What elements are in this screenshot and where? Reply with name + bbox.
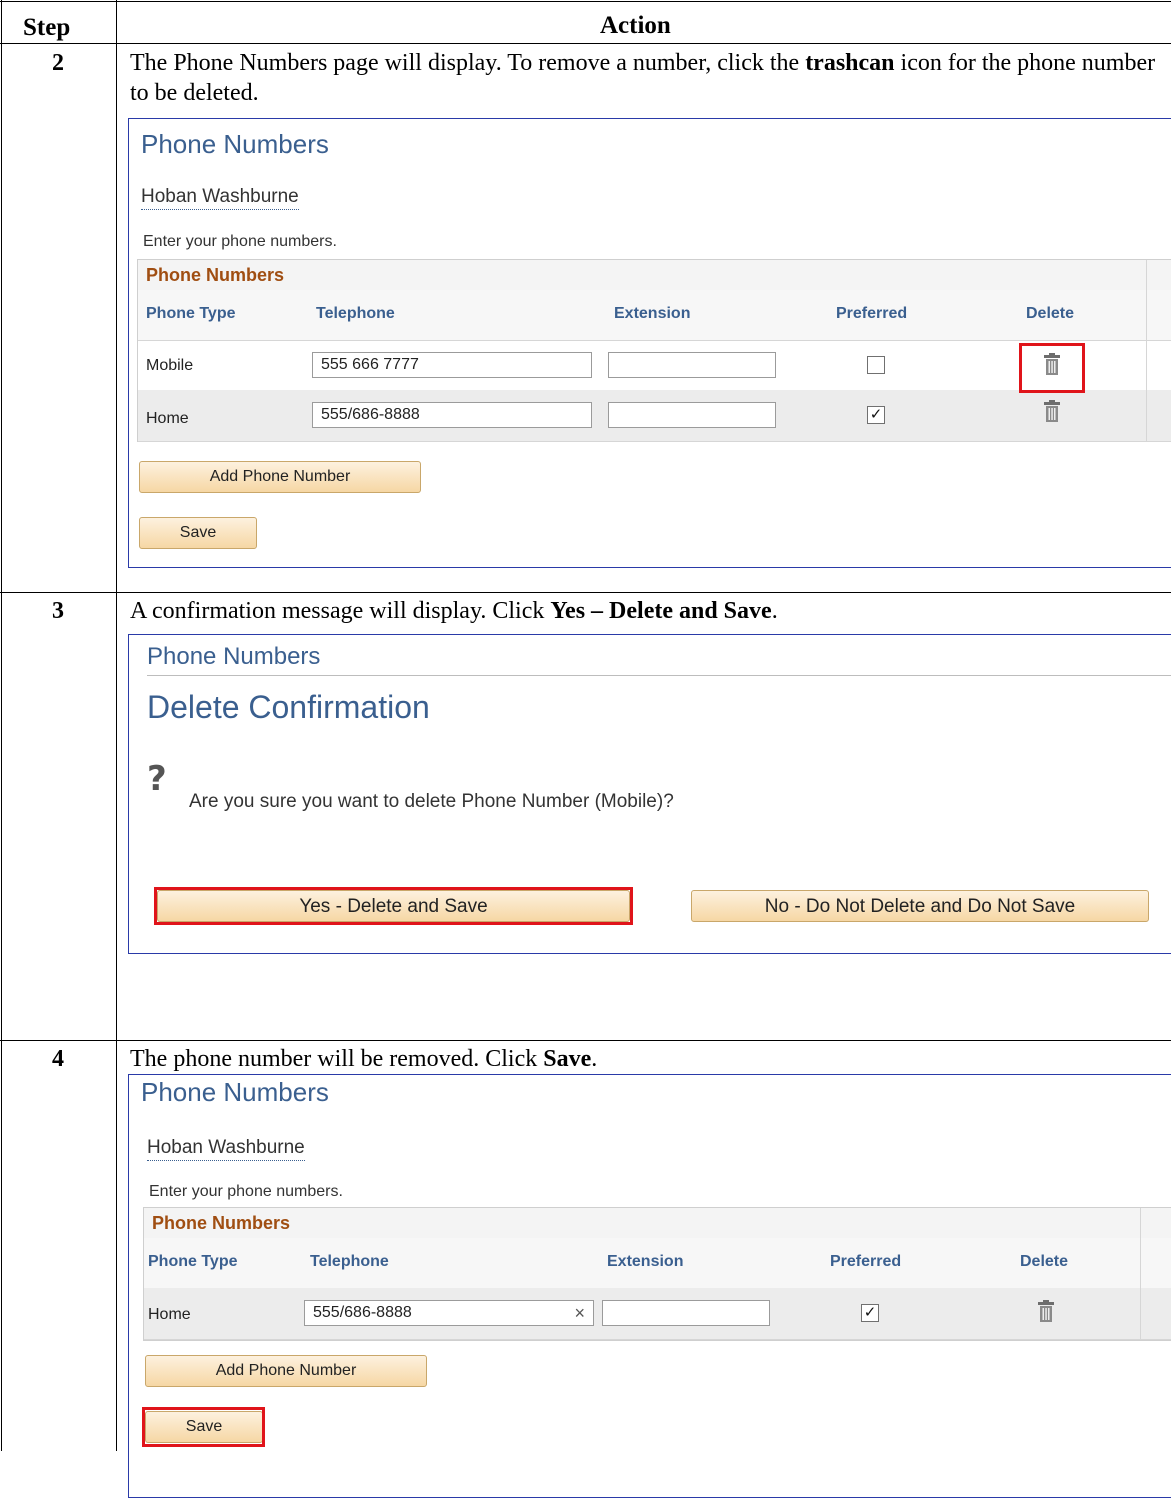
preferred-checkbox[interactable]: ✓: [861, 1304, 879, 1322]
step-column-header: Step: [23, 14, 71, 41]
extension-input[interactable]: [602, 1300, 770, 1326]
grid-column-headers: Phone Type Telephone Extension Preferred…: [144, 1238, 1171, 1289]
step-instruction: The Phone Numbers page will display. To …: [130, 50, 1156, 106]
table-left-border: [1, 0, 2, 1451]
phone-numbers-updated-screenshot: Phone Numbers Hoban Washburne Enter your…: [128, 1074, 1171, 1498]
phone-numbers-grid: Phone Numbers Phone Type Telephone Exten…: [143, 1207, 1171, 1341]
col-delete: Delete: [1026, 305, 1075, 322]
col-extension: Extension: [614, 305, 691, 322]
telephone-value: 555/686-8888: [313, 1304, 412, 1321]
page-title: Phone Numbers: [147, 643, 321, 670]
table-row: Mobile 555 666 7777: [138, 340, 1171, 392]
person-name[interactable]: Hoban Washburne: [147, 1137, 305, 1161]
grid-column-headers: Phone Type Telephone Extension Preferred…: [138, 290, 1171, 341]
table-top-border: [0, 1, 1171, 2]
telephone-input[interactable]: 555/686-8888 ×: [304, 1300, 594, 1326]
confirmation-message: Are you sure you want to delete Phone Nu…: [189, 791, 674, 812]
step-instruction: The phone number will be removed. Click …: [130, 1046, 598, 1072]
trashcan-icon[interactable]: [1044, 400, 1060, 422]
page-title: Phone Numbers: [141, 1077, 329, 1107]
phone-type: Home: [146, 410, 189, 427]
preferred-checkbox[interactable]: [867, 356, 885, 374]
phone-type: Mobile: [146, 357, 194, 374]
col-telephone: Telephone: [310, 1253, 389, 1270]
grid-caption: Phone Numbers: [138, 260, 1171, 291]
telephone-input[interactable]: 555/686-8888: [312, 402, 592, 428]
phone-type: Home: [148, 1306, 191, 1323]
clear-input-icon[interactable]: ×: [574, 1303, 585, 1324]
step-instruction: A confirmation message will display. Cli…: [130, 598, 778, 624]
col-phone-type: Phone Type: [148, 1253, 238, 1270]
add-phone-number-button[interactable]: Add Phone Number: [145, 1355, 427, 1387]
trashcan-icon[interactable]: [1038, 1300, 1054, 1322]
page-title: Phone Numbers: [141, 129, 329, 159]
col-delete: Delete: [1020, 1253, 1069, 1270]
col-preferred: Preferred: [836, 305, 908, 322]
dialog-heading: Delete Confirmation: [147, 689, 430, 725]
grid-scroll-column: [1146, 260, 1147, 441]
header-separator: [0, 43, 1171, 44]
col-extension: Extension: [607, 1253, 684, 1270]
question-icon: ?: [147, 759, 167, 799]
row-separator: [0, 1040, 1171, 1041]
save-button[interactable]: Save: [139, 517, 257, 549]
instruction-text: Enter your phone numbers.: [149, 1183, 343, 1200]
phone-numbers-grid: Phone Numbers Phone Type Telephone Exten…: [137, 259, 1171, 442]
action-column-header: Action: [600, 12, 671, 39]
title-divider: [147, 675, 1171, 676]
person-name[interactable]: Hoban Washburne: [141, 186, 299, 210]
extension-input[interactable]: [608, 352, 776, 378]
col-preferred: Preferred: [830, 1253, 902, 1270]
step-number: 3: [52, 598, 64, 624]
no-do-not-delete-button[interactable]: No - Do Not Delete and Do Not Save: [691, 890, 1149, 922]
telephone-input[interactable]: 555 666 7777: [312, 352, 592, 378]
phone-numbers-screenshot: Phone Numbers Hoban Washburne Enter your…: [128, 118, 1171, 568]
instruction-text: Enter your phone numbers.: [143, 233, 337, 250]
col-phone-type: Phone Type: [146, 305, 236, 322]
yes-button-highlight: [154, 887, 633, 925]
step-number: 2: [52, 50, 64, 76]
grid-scroll-column: [1140, 1208, 1141, 1340]
save-button-highlight: [142, 1407, 265, 1447]
table-row: Home 555/686-8888 ✓: [138, 390, 1171, 442]
add-phone-number-button[interactable]: Add Phone Number: [139, 461, 421, 493]
procedure-table: Step Action 2 The Phone Numbers page wil…: [0, 0, 1171, 1498]
column-separator: [116, 0, 117, 1451]
table-row: Home 555/686-8888 × ✓: [144, 1288, 1171, 1340]
step-number: 4: [52, 1046, 64, 1072]
col-telephone: Telephone: [316, 305, 395, 322]
grid-caption: Phone Numbers: [144, 1208, 1171, 1239]
preferred-checkbox[interactable]: ✓: [867, 406, 885, 424]
row-separator: [0, 592, 1171, 593]
trashcan-highlight: [1019, 343, 1085, 393]
delete-confirmation-screenshot: Phone Numbers Delete Confirmation ? Are …: [128, 634, 1171, 954]
extension-input[interactable]: [608, 402, 776, 428]
